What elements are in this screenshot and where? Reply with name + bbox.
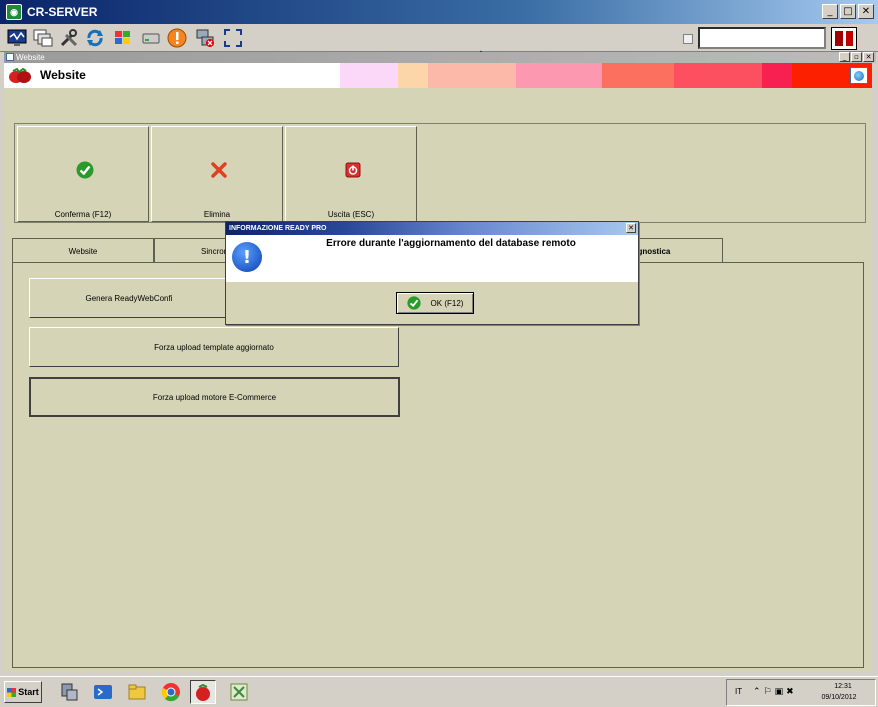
taskbar-explorer-icon[interactable] (124, 680, 150, 704)
command-panel: Conferma (F12) Elimina Uscita (ESC) (14, 123, 866, 223)
dialog-title-bar[interactable]: INFORMAZIONE READY PRO ✕ (226, 222, 638, 235)
tray-icons[interactable]: ⌃⚐▣✖ (753, 687, 797, 697)
module-title: Website (40, 68, 86, 82)
header-color-strip (398, 63, 428, 88)
close-button[interactable]: ✕ (858, 4, 874, 19)
preview-button[interactable] (850, 67, 868, 84)
windows-flag-icon (7, 687, 17, 697)
info-icon: ! (232, 242, 262, 272)
minimize-button[interactable]: _ (822, 4, 838, 19)
header-color-strip (602, 63, 674, 88)
dialog-title: INFORMAZIONE READY PRO (229, 225, 327, 232)
monitor-icon[interactable] (6, 27, 28, 49)
confirm-button[interactable]: Conferma (F12) (17, 126, 149, 222)
confirm-button-label: Conferma (F12) (54, 210, 112, 219)
mdi-close-button[interactable]: ✕ (863, 52, 874, 62)
taskbar-server-manager-icon[interactable] (56, 680, 82, 704)
alert-icon[interactable] (166, 27, 188, 49)
check-icon (76, 161, 94, 179)
mdi-window-title: Website (16, 53, 45, 62)
toolbar-checkbox[interactable] (683, 34, 693, 44)
check-icon (406, 296, 421, 310)
dialog-ok-button[interactable]: OK (F12) (396, 292, 474, 314)
refresh-icon[interactable] (84, 27, 106, 49)
window-icon (6, 53, 14, 61)
windows-icon[interactable] (32, 27, 54, 49)
remote-desktop-screen: ◉ CR-SERVER _ □ ✕ Website _ ▫ ✕ Website … (0, 0, 878, 707)
module-header: Website (4, 63, 872, 88)
start-button[interactable]: Start (4, 681, 42, 703)
taskbar-chrome-icon[interactable] (158, 680, 184, 704)
delete-icon (211, 162, 227, 178)
start-label: Start (18, 687, 39, 697)
delete-button[interactable]: Elimina (151, 126, 283, 222)
dialog-close-button[interactable]: ✕ (626, 223, 636, 233)
taskbar: Start IT ⌃⚐▣✖ 12:31 09/10/2012 (0, 676, 878, 707)
windows-logo-icon[interactable] (112, 27, 134, 49)
clock-date[interactable]: 09/10/2012 (817, 694, 861, 701)
dialog-body: ! Errore durante l'aggiornamento del dat… (226, 235, 638, 282)
exit-button-label: Uscita (ESC) (327, 210, 375, 219)
taskbar-readypro-icon[interactable] (190, 680, 216, 704)
dialog-message: Errore durante l'aggiornamento del datab… (326, 238, 576, 249)
tab-website[interactable]: Website (12, 238, 154, 263)
mdi-restore-button[interactable]: ▫ (851, 52, 862, 62)
taskbar-powershell-icon[interactable] (90, 680, 116, 704)
tab-diagnostica[interactable]: agnostica (632, 238, 723, 263)
mdi-window-title-bar[interactable]: Website _ ▫ ✕ (4, 52, 876, 63)
exit-button[interactable]: Uscita (ESC) (285, 126, 417, 222)
header-color-strip (340, 63, 398, 88)
dialog-ok-label: OK (F12) (430, 298, 464, 308)
strawberry-logo-icon (8, 67, 32, 84)
maximize-button[interactable]: □ (840, 4, 856, 19)
mdi-minimize-button[interactable]: _ (839, 52, 850, 62)
force-upload-engine-button[interactable]: Forza upload motore E-Commerce (29, 377, 400, 417)
language-indicator[interactable]: IT (735, 687, 742, 696)
module-content: Conferma (F12) Elimina Uscita (ESC) Webs… (4, 88, 872, 672)
toolbar-search-field[interactable] (698, 27, 826, 49)
exit-icon (345, 162, 361, 178)
clock-time[interactable]: 12:31 (823, 683, 863, 690)
network-icon[interactable] (194, 27, 216, 49)
info-dialog: INFORMAZIONE READY PRO ✕ ! Errore durant… (225, 221, 639, 325)
taskbar-remote-icon[interactable] (226, 680, 252, 704)
globe-icon (854, 70, 864, 81)
toolbar-status-icon[interactable] (831, 27, 857, 50)
header-color-strip (516, 63, 602, 88)
tools-icon[interactable] (58, 27, 80, 49)
system-tray: IT ⌃⚐▣✖ 12:31 09/10/2012 (726, 679, 876, 706)
header-color-strip (762, 63, 792, 88)
drive-icon[interactable] (140, 27, 162, 49)
force-upload-template-button[interactable]: Forza upload template aggiornato (29, 327, 399, 367)
rdp-window-title: CR-SERVER (27, 5, 98, 19)
rdp-logo-icon: ◉ (6, 4, 22, 20)
fullscreen-icon[interactable] (222, 27, 244, 49)
generate-readywebconfig-button[interactable]: Genera ReadyWebConfi (29, 278, 229, 318)
rdp-title-bar[interactable]: ◉ CR-SERVER _ □ ✕ (0, 0, 878, 24)
header-color-strip (674, 63, 762, 88)
delete-button-label: Elimina (203, 210, 231, 219)
header-color-strip (428, 63, 516, 88)
